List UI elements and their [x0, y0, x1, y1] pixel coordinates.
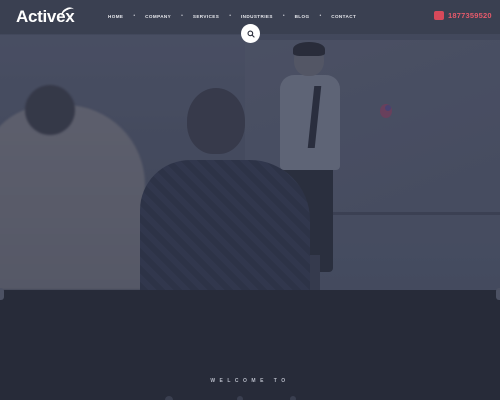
search-button[interactable] — [241, 24, 260, 43]
hero-overlay — [0, 0, 500, 290]
phone-icon — [434, 11, 444, 20]
decor-dot — [237, 396, 243, 400]
nav-item-services[interactable]: SERVICES — [193, 14, 219, 19]
decor-dot — [290, 396, 296, 400]
nav-separator: • — [181, 13, 183, 19]
search-icon — [246, 29, 255, 38]
hero-image — [0, 0, 500, 290]
slider-next-handle[interactable] — [496, 288, 500, 300]
decor-dot — [165, 396, 173, 400]
nav-separator: • — [282, 13, 285, 19]
main-nav: HOME • COMPANY • SERVICES • INDUSTRIES •… — [108, 13, 356, 19]
nav-separator: • — [133, 13, 136, 19]
nav-item-company[interactable]: COMPANY — [145, 14, 171, 19]
welcome-heading: WELCOME TO — [210, 378, 290, 384]
nav-separator: • — [229, 13, 231, 19]
slider-prev-handle[interactable] — [0, 288, 4, 300]
nav-item-blog[interactable]: BLOG — [295, 14, 310, 19]
phone-number[interactable]: 1877359520 — [448, 11, 492, 20]
nav-item-industries[interactable]: INDUSTRIES — [241, 14, 273, 19]
nav-separator: • — [319, 13, 322, 19]
nav-item-contact[interactable]: CONTACT — [331, 14, 356, 19]
nav-item-home[interactable]: HOME — [108, 14, 123, 19]
